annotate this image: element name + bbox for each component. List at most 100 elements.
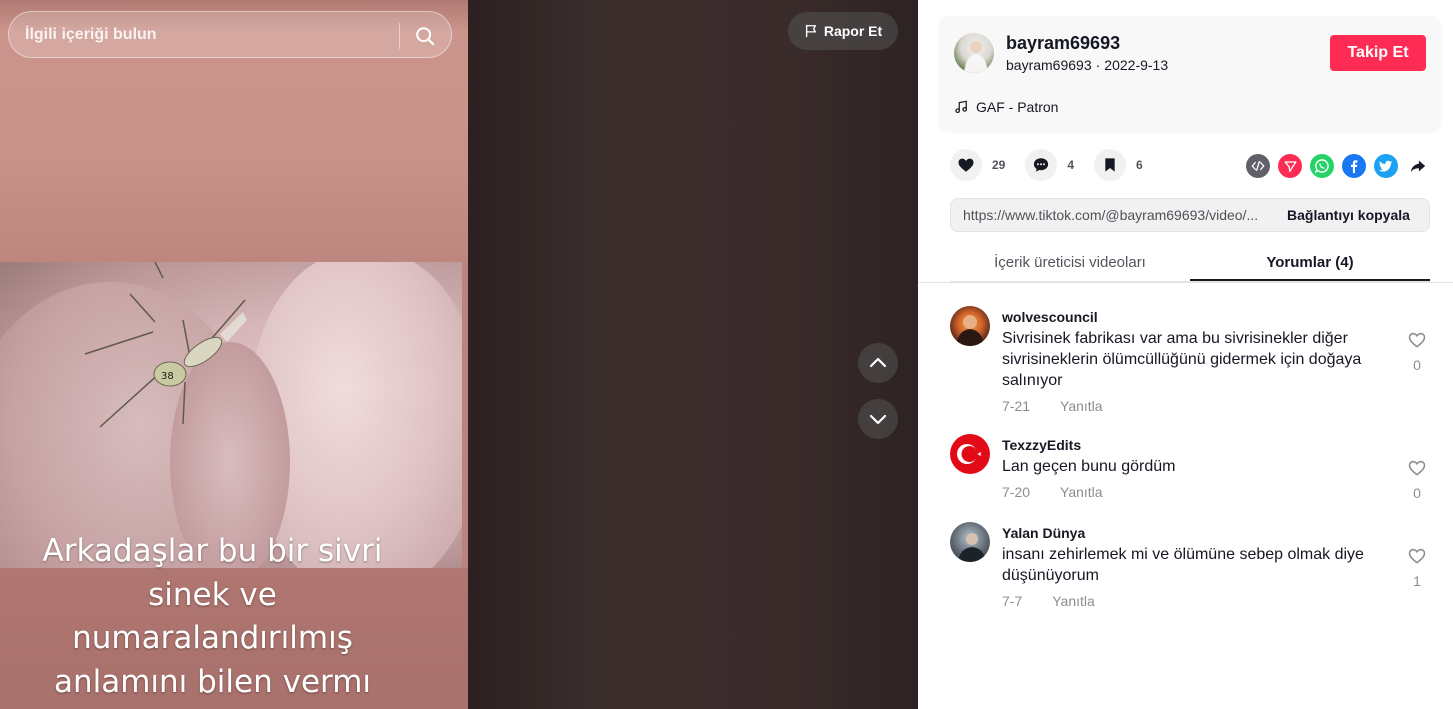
comment-like-button[interactable]: 0 [1406, 330, 1428, 373]
flag-icon [805, 24, 816, 38]
search-button[interactable] [407, 18, 443, 54]
like-circle [950, 149, 982, 181]
search-bar [8, 11, 452, 58]
music-note-icon [955, 100, 968, 114]
send-to-friends-button[interactable] [1278, 154, 1302, 178]
comment-date: 7-21 [1002, 398, 1031, 414]
commenter-name[interactable]: TexzzyEdits [1002, 437, 1081, 453]
like-count: 29 [992, 158, 1006, 172]
commenter-avatar[interactable] [950, 522, 990, 562]
commenter-name[interactable]: wolvescouncil [1002, 309, 1098, 325]
comment-date: 7-20 [1002, 484, 1031, 500]
copy-link-button[interactable]: Bağlantıyı kopyala [1287, 207, 1410, 223]
comment-like-count: 0 [1413, 485, 1421, 501]
author-avatar[interactable] [954, 33, 994, 73]
comment-text: Lan geçen bunu gördüm [1002, 458, 1176, 475]
comment-meta: 7-20 Yanıtla [1002, 484, 1103, 500]
details-panel: bayram69693 bayram69693 · 2022-9-13 Takip … [918, 0, 1453, 709]
comment-text: insanı zehirlemek mi ve ölümüne sebep ol… [1002, 546, 1364, 584]
reply-button[interactable]: Yanıtla [1060, 398, 1103, 414]
heart-outline-icon [1408, 332, 1426, 348]
video-link-box: https://www.tiktok.com/@bayram69693/vide… [950, 198, 1430, 232]
post-date: 2022-9-13 [1104, 57, 1169, 73]
chevron-up-icon [869, 357, 887, 368]
mosquito-icon: 38 [84, 262, 247, 428]
author-username[interactable]: bayram69693 [1006, 33, 1120, 54]
save-button[interactable]: 6 [1094, 149, 1143, 181]
share-icons-row [1246, 154, 1430, 178]
previous-video-button[interactable] [858, 343, 898, 383]
comment-item: TexzzyEdits Lan geçen bunu gördüm 7-20 Y… [950, 434, 1430, 514]
search-icon [416, 27, 435, 46]
reply-button[interactable]: Yanıtla [1052, 593, 1095, 609]
save-count: 6 [1136, 158, 1143, 172]
comment-text: Sivrisinek fabrikası var ama bu sivrisin… [1002, 330, 1362, 389]
commenter-avatar[interactable] [950, 306, 990, 346]
send-icon [1284, 160, 1296, 172]
tab-bar: İçerik üreticisi videoları Yorumlar (4) [950, 243, 1430, 282]
avatar-image [958, 533, 986, 562]
whatsapp-share-button[interactable] [1310, 154, 1334, 178]
heart-icon [958, 158, 974, 172]
comment-like-button[interactable]: 0 [1406, 458, 1428, 501]
heart-outline-icon [1408, 548, 1426, 564]
video-player[interactable]: 38 Arkadaşlar bu bir sivri sinek ve numa… [0, 0, 918, 709]
caption-line: Arkadaşlar bu bir sivri [42, 533, 383, 569]
twitter-share-button[interactable] [1374, 154, 1398, 178]
report-button[interactable]: Rapor Et [788, 12, 898, 50]
comment-count: 4 [1067, 158, 1075, 172]
author-handle: bayram69693 [1006, 57, 1092, 73]
more-share-button[interactable] [1406, 154, 1430, 178]
comment-like-count: 0 [1413, 357, 1421, 373]
video-frame[interactable]: 38 Arkadaşlar bu bir sivri sinek ve numa… [0, 0, 468, 709]
turkish-flag-avatar [957, 444, 982, 464]
music-link[interactable]: GAF - Patron [954, 99, 1058, 115]
comment-item: wolvescouncil Sivrisinek fabrikası var a… [950, 306, 1430, 426]
separator-dot: · [1095, 57, 1101, 73]
avatar-image [964, 41, 988, 73]
caption-line: numaralandırılmış [72, 620, 353, 656]
next-video-button[interactable] [858, 399, 898, 439]
comment-meta: 7-21 Yanıtla [1002, 398, 1103, 414]
embed-icon [1251, 160, 1265, 172]
bookmark-icon [1105, 158, 1115, 172]
comment-circle [1025, 149, 1058, 181]
action-bar: 29 4 6 [950, 149, 1163, 181]
video-url-text[interactable]: https://www.tiktok.com/@bayram69693/vide… [963, 207, 1273, 223]
comment-item: Yalan Dünya insanı zehirlemek mi ve ölüm… [950, 522, 1430, 622]
caption-line: anlamını bilen vermı [53, 663, 372, 700]
caption-line: sinek ve [148, 576, 277, 613]
twitter-icon [1379, 160, 1393, 172]
facebook-share-button[interactable] [1342, 154, 1366, 178]
share-arrow-icon [1410, 160, 1426, 173]
tab-comments[interactable]: Yorumlar (4) [1190, 243, 1430, 281]
comment-meta: 7-7 Yanıtla [1002, 593, 1095, 609]
comment-button[interactable]: 4 [1025, 149, 1074, 181]
save-circle [1094, 149, 1127, 181]
heart-outline-icon [1408, 460, 1426, 476]
embed-button[interactable] [1246, 154, 1270, 178]
svg-text:38: 38 [161, 371, 174, 382]
chevron-down-icon [869, 414, 887, 425]
video-image-mosquito-on-finger: 38 [0, 262, 462, 568]
follow-button[interactable]: Takip Et [1330, 35, 1426, 71]
whatsapp-icon [1314, 159, 1329, 174]
comment-like-count: 1 [1413, 573, 1421, 589]
comment-like-button[interactable]: 1 [1406, 546, 1428, 589]
search-input[interactable] [25, 23, 395, 47]
tab-creator-videos[interactable]: İçerik üreticisi videoları [950, 243, 1190, 281]
facebook-icon [1351, 160, 1358, 173]
report-label: Rapor Et [823, 23, 883, 39]
section-divider [918, 282, 1453, 283]
reply-button[interactable]: Yanıtla [1060, 484, 1103, 500]
music-title: GAF - Patron [976, 99, 1059, 115]
video-backdrop [468, 0, 918, 709]
comment-date: 7-7 [1002, 593, 1023, 609]
commenter-name[interactable]: Yalan Dünya [1002, 525, 1085, 541]
commenter-avatar[interactable] [950, 434, 990, 474]
author-subline: bayram69693 · 2022-9-13 [1006, 57, 1168, 73]
like-button[interactable]: 29 [950, 149, 1005, 181]
author-card: bayram69693 bayram69693 · 2022-9-13 Takip … [938, 16, 1442, 133]
comment-icon [1034, 158, 1049, 172]
avatar-image [956, 315, 984, 346]
